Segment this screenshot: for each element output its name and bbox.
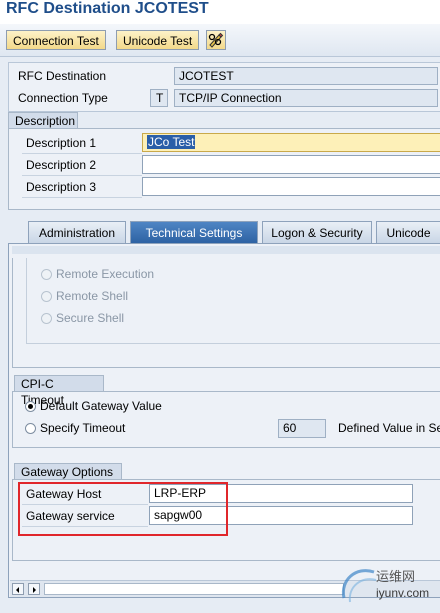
arrow-right-icon [33, 587, 36, 593]
defined-value-label: Defined Value in Se [338, 421, 440, 435]
remote-shell-label: Remote Shell [56, 289, 129, 303]
tab-content-strip [12, 246, 440, 254]
unicode-test-button[interactable]: Unicode Test [116, 30, 200, 50]
connection-type-label: Connection Type [18, 91, 108, 105]
rfc-destination-field: JCOTEST [174, 67, 438, 85]
tab-unicode[interactable]: Unicode [376, 221, 440, 243]
remote-execution-label: Remote Execution [56, 267, 155, 281]
scroll-thumb[interactable] [44, 583, 344, 595]
watermark-cn-text: 运维网 [376, 570, 416, 585]
gateway-options-title: Gateway Options [14, 463, 122, 479]
specify-timeout-radio[interactable] [25, 423, 36, 434]
default-gateway-label: Default Gateway Value [40, 399, 162, 413]
scroll-right-button[interactable] [28, 583, 40, 595]
timeout-value-field[interactable]: 60 [278, 419, 326, 438]
arrow-left-icon [16, 587, 19, 593]
secure-shell-label: Secure Shell [56, 311, 125, 325]
description-1-input[interactable]: JCo Test [142, 133, 440, 152]
title-bar: RFC Destination JCOTEST [0, 0, 440, 24]
cpic-timeout-title: CPI-C Timeout [14, 375, 104, 407]
remote-shell-radio [41, 291, 52, 302]
scroll-left-button[interactable] [12, 583, 24, 595]
page-title: RFC Destination JCOTEST [6, 0, 209, 17]
tab-technical-settings[interactable]: Technical Settings [130, 221, 258, 243]
description-group-title: Description [8, 112, 78, 128]
default-gateway-radio[interactable] [25, 401, 36, 412]
watermark-logo: 运维网 iyunv.com [336, 560, 440, 610]
description-3-label: Description 3 [26, 180, 97, 194]
description-2-label: Description 2 [26, 158, 97, 172]
description-1-label: Description 1 [26, 136, 97, 150]
connection-type-field: TCP/IP Connection [174, 89, 438, 107]
application-toolbar: Connection Test Unicode Test [0, 24, 440, 57]
tab-logon-security[interactable]: Logon & Security [262, 221, 372, 243]
tab-administration[interactable]: Administration [28, 221, 126, 243]
connection-type-code-field: T [150, 89, 168, 107]
watermark-url-text: iyunv.com [376, 586, 430, 600]
remote-execution-radio [41, 269, 52, 280]
connection-test-button[interactable]: Connection Test [6, 30, 106, 50]
description-1-value: JCo Test [147, 135, 196, 149]
specify-timeout-label: Specify Timeout [40, 421, 126, 435]
description-3-input[interactable] [142, 177, 440, 196]
display-change-button[interactable] [206, 30, 226, 50]
secure-shell-radio [41, 313, 52, 324]
description-2-input[interactable] [142, 155, 440, 174]
highlight-box [18, 482, 228, 536]
pencil-glasses-icon [208, 32, 224, 48]
rfc-destination-label: RFC Destination [18, 69, 107, 83]
